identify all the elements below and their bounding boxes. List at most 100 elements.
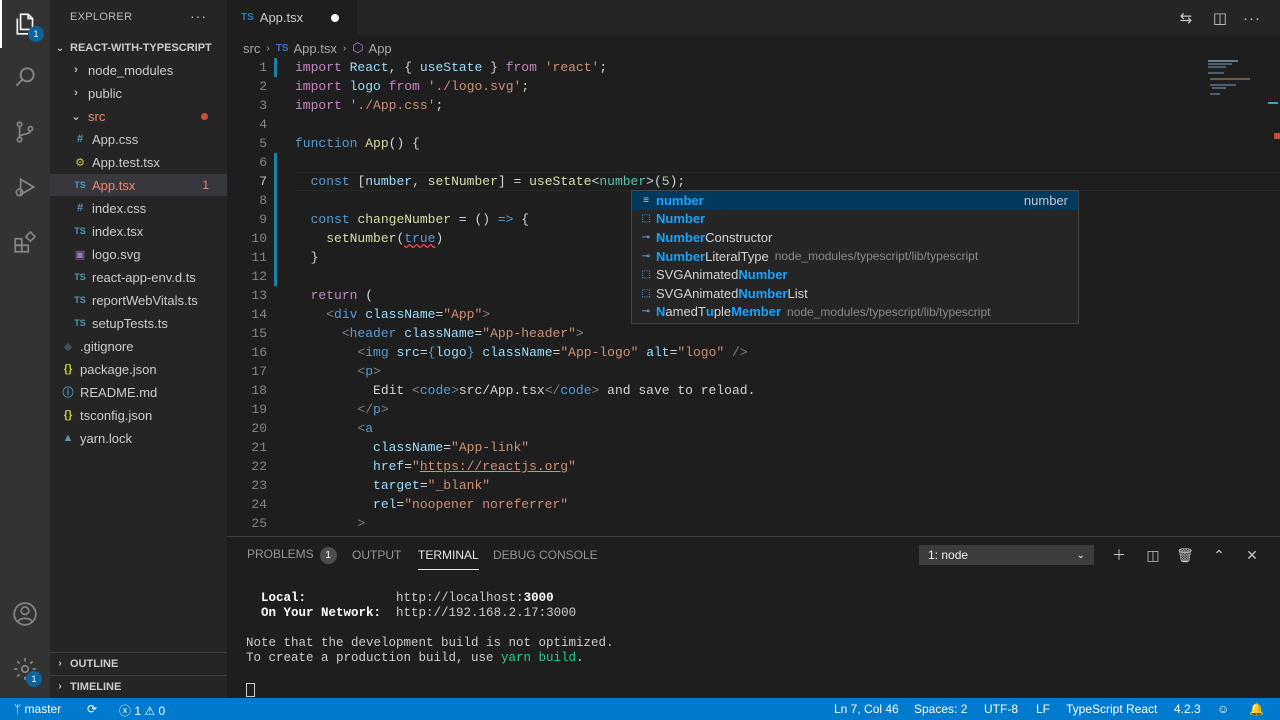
yarn-file-icon: ▲ <box>62 432 74 444</box>
open-changes-icon[interactable]: ⇆ <box>1176 8 1196 28</box>
tab-problems[interactable]: PROBLEMS 1 <box>247 547 337 569</box>
tree-folder-public[interactable]: › public <box>50 82 227 104</box>
new-terminal-icon[interactable]: ＋ <box>1109 545 1129 565</box>
search-icon[interactable] <box>0 53 50 101</box>
tree-file-gitignore[interactable]: ◆ .gitignore <box>50 335 227 357</box>
code-line: import './App.css'; <box>295 98 444 113</box>
bell-icon[interactable]: 🔔 <box>1249 702 1264 716</box>
project-name: REACT-WITH-TYPESCRIPT <box>70 42 212 54</box>
feedback-icon[interactable]: ☺ <box>1217 702 1229 716</box>
problems-count-badge: 1 <box>319 547 337 564</box>
error-dot <box>201 113 208 120</box>
tree-folder-node-modules[interactable]: › node_modules <box>50 59 227 81</box>
code-line: rel="noopener noreferrer" <box>373 497 569 512</box>
code-line: className="App-link" <box>373 440 530 455</box>
suggestion-item[interactable]: ≡ number number <box>632 191 1078 210</box>
code-line: return ( <box>310 288 374 303</box>
tab-output[interactable]: OUTPUT <box>352 548 401 570</box>
tab-terminal[interactable]: TERMINAL <box>418 548 479 570</box>
end-of-line[interactable]: LF <box>1036 702 1050 716</box>
terminal-line: Local: http://localhost:3000 <box>246 591 554 605</box>
chevron-right-icon: › <box>58 658 62 669</box>
problems-indicator[interactable]: ⓧ 1 ⚠ 0 <box>119 702 165 719</box>
chevron-down-icon: ⌄ <box>71 110 81 123</box>
tab-label: App.tsx <box>259 10 304 25</box>
breadcrumb-folder[interactable]: src <box>243 41 260 56</box>
tree-file-app-css[interactable]: # App.css <box>50 128 227 150</box>
more-actions-icon[interactable]: ··· <box>190 8 207 24</box>
explorer-icon[interactable]: 1 <box>0 0 50 48</box>
interface-suggestion-icon: ⬚ <box>641 213 651 225</box>
chevron-right-icon: › <box>266 42 270 54</box>
activity-bar: 1 1 <box>0 0 50 698</box>
encoding[interactable]: UTF-8 <box>984 702 1018 716</box>
suggestion-item[interactable]: ⊸ NumberLiteralType node_modules/typescr… <box>632 247 1078 266</box>
split-terminal-icon[interactable]: ◫ <box>1143 545 1163 565</box>
code-line: </p> <box>357 402 389 417</box>
code-line-current: const [number, setNumber] = useState<num… <box>310 174 686 189</box>
code-line: <a <box>357 421 374 436</box>
suggestion-item[interactable]: ⬚ SVGAnimatedNumberList <box>632 284 1078 303</box>
chevron-down-icon: ⌄ <box>55 42 65 54</box>
breadcrumb-file[interactable]: App.tsx <box>293 41 336 56</box>
split-editor-icon[interactable]: ◫ <box>1210 8 1230 28</box>
tree-folder-src[interactable]: ⌄ src <box>50 105 227 127</box>
tree-file-react-app-env[interactable]: TS react-app-env.d.ts <box>50 266 227 288</box>
css-file-icon: # <box>76 133 84 145</box>
ts-version[interactable]: 4.2.3 <box>1174 702 1201 716</box>
problem-count: 1 <box>202 178 209 192</box>
close-panel-icon[interactable]: ✕ <box>1242 545 1262 565</box>
maximize-panel-icon[interactable]: ⌃ <box>1209 545 1229 565</box>
minimap[interactable] <box>1206 58 1266 98</box>
tree-file-index-css[interactable]: # index.css <box>50 197 227 219</box>
code-line: function App() { <box>295 136 420 151</box>
tree-file-setup-tests[interactable]: TS setupTests.ts <box>50 312 227 334</box>
breadcrumb-symbol[interactable]: App <box>369 41 392 56</box>
tree-file-app-test-tsx[interactable]: ⚙ App.test.tsx <box>50 151 227 173</box>
indentation[interactable]: Spaces: 2 <box>914 702 967 716</box>
source-control-icon[interactable] <box>0 108 50 156</box>
suggestion-item[interactable]: ⬚ Number <box>632 210 1078 229</box>
tree-file-report-web-vitals[interactable]: TS reportWebVitals.ts <box>50 289 227 311</box>
code-line: <img src={logo} className="App-logo" alt… <box>357 345 748 360</box>
json-file-icon: {} <box>63 409 73 421</box>
cursor-position[interactable]: Ln 7, Col 46 <box>834 702 899 716</box>
settings-gear-icon[interactable]: 1 <box>0 645 50 693</box>
suggestion-item[interactable]: ⊸ NamedTupleMember node_modules/typescri… <box>632 303 1078 322</box>
extensions-icon[interactable] <box>0 218 50 266</box>
css-file-icon: # <box>76 202 84 214</box>
timeline-section[interactable]: › TIMELINE <box>50 675 227 697</box>
terminal-line: To create a production build, use yarn b… <box>246 651 584 665</box>
suggestion-item[interactable]: ⊸ NumberConstructor <box>632 228 1078 247</box>
unsaved-dot-icon[interactable] <box>331 14 339 22</box>
language-mode[interactable]: TypeScript React <box>1066 702 1157 716</box>
explorer-title: EXPLORER <box>70 11 133 23</box>
run-debug-icon[interactable] <box>0 163 50 211</box>
tab-app-tsx[interactable]: TS App.tsx <box>227 0 357 35</box>
outline-section[interactable]: › OUTLINE <box>50 652 227 674</box>
tree-file-package-json[interactable]: {} package.json <box>50 358 227 380</box>
trash-icon[interactable]: 🗑 <box>1175 545 1195 565</box>
suggestion-item[interactable]: ⬚ SVGAnimatedNumber <box>632 265 1078 284</box>
chevron-right-icon: › <box>342 42 347 54</box>
terminal-output[interactable]: Local: http://localhost:3000 On Your Net… <box>246 591 614 698</box>
test-file-icon: ⚙ <box>75 156 85 169</box>
typescript-file-icon: TS <box>74 272 86 282</box>
sync-icon[interactable]: ⟳ <box>87 702 97 716</box>
editor-scrollbar[interactable] <box>1266 58 1280 535</box>
tree-file-yarn-lock[interactable]: ▲ yarn.lock <box>50 427 227 449</box>
terminal-select[interactable]: 1: node ⌄ <box>919 545 1094 565</box>
tree-file-logo-svg[interactable]: ▣ logo.svg <box>50 243 227 265</box>
project-folder-header[interactable]: ⌄ REACT-WITH-TYPESCRIPT <box>50 37 227 59</box>
account-icon[interactable] <box>0 590 50 638</box>
branch-indicator[interactable]: ᛘ master <box>14 702 61 716</box>
tree-file-index-tsx[interactable]: TS index.tsx <box>50 220 227 242</box>
tree-file-tsconfig[interactable]: {} tsconfig.json <box>50 404 227 426</box>
more-actions-icon[interactable]: ··· <box>1242 8 1262 28</box>
code-line: Edit <code>src/App.tsx</code> and save t… <box>373 383 756 398</box>
tree-file-readme[interactable]: ⓘ README.md <box>50 381 227 403</box>
info-file-icon: ⓘ <box>62 387 74 399</box>
git-file-icon: ◆ <box>63 340 73 353</box>
tree-file-app-tsx[interactable]: TS App.tsx 1 <box>50 174 227 196</box>
tab-debug-console[interactable]: DEBUG CONSOLE <box>493 548 598 570</box>
